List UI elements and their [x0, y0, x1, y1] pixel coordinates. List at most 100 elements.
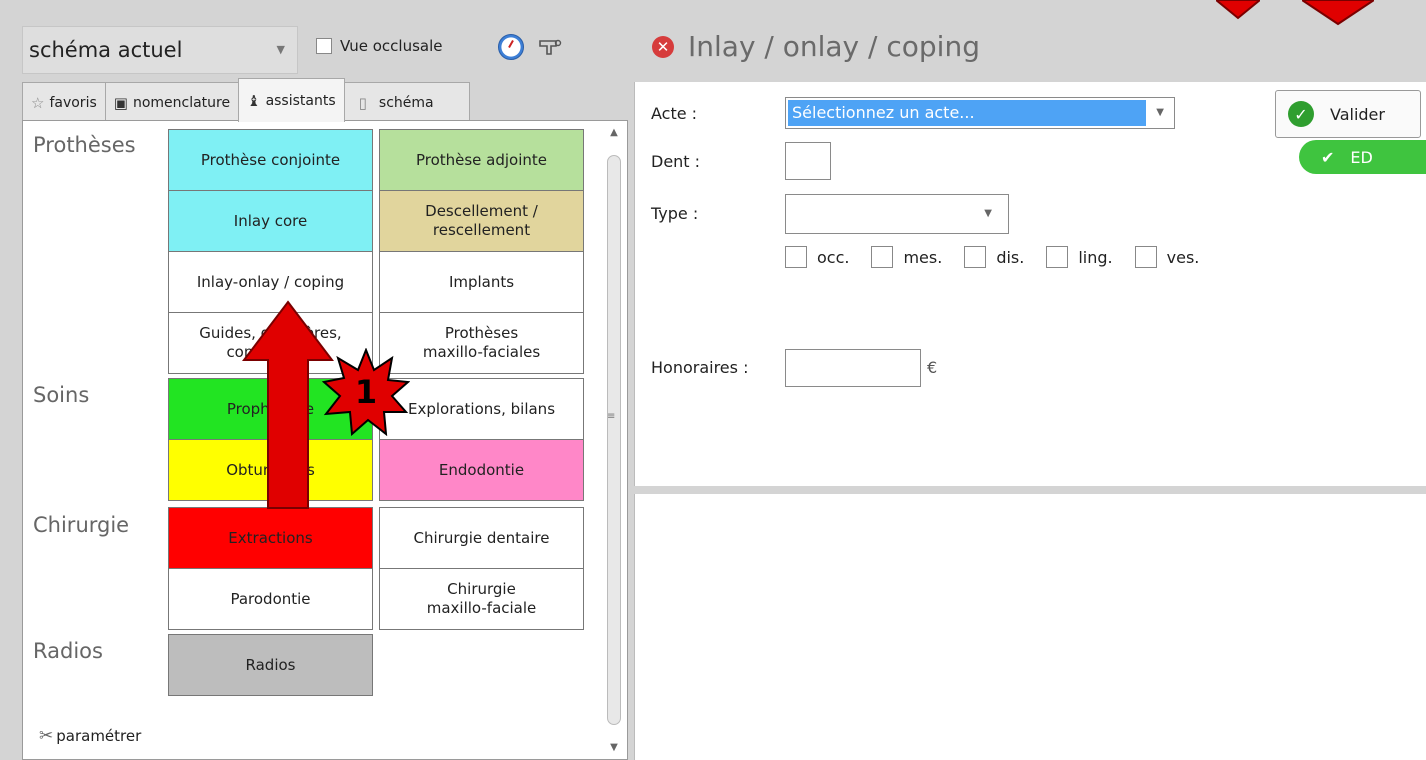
wizard-icon: ♝	[247, 91, 261, 110]
cell-label: maxillo-faciales	[422, 343, 541, 361]
prothese-conjointe-button[interactable]: Prothèse conjointe	[168, 129, 373, 191]
type-label: Type :	[651, 204, 699, 223]
face-ves[interactable]: ves.	[1134, 246, 1200, 268]
ed-label: ED	[1350, 147, 1373, 167]
tab-assistants[interactable]: ♝ assistants	[238, 78, 345, 122]
acte-label: Acte :	[651, 104, 698, 123]
cell-label: Implants	[448, 272, 515, 291]
tooth-icon: ▯	[358, 93, 367, 112]
face-mes[interactable]: mes.	[871, 246, 942, 268]
panel-scrollbar[interactable]: ▲ ≡ ▼	[603, 123, 625, 757]
cell-label: Descellement /	[425, 202, 538, 220]
face-occ[interactable]: occ.	[785, 246, 849, 268]
dent-input[interactable]	[785, 142, 831, 180]
check-icon: ✔	[1321, 147, 1335, 167]
face-label: ves.	[1166, 247, 1200, 267]
scroll-up-icon[interactable]: ▲	[603, 127, 625, 138]
implants-button[interactable]: Implants	[379, 251, 584, 313]
category-soins: Soins	[33, 383, 90, 407]
check-circle-icon: ✓	[1288, 101, 1314, 127]
face-label: ling.	[1078, 247, 1113, 267]
extractions-button[interactable]: Extractions	[168, 507, 373, 569]
tab-bar: ☆ favoris ▣ nomenclature ♝ assistants ▯ …	[22, 78, 470, 122]
tab-label: favoris	[49, 94, 97, 111]
parametrer-link[interactable]: ✂ paramétrer	[39, 726, 141, 746]
face-ling[interactable]: ling.	[1046, 246, 1113, 268]
cell-label: Prothèse conjointe	[200, 150, 341, 169]
face-checkbox[interactable]	[785, 246, 807, 268]
cell-label: Endodontie	[438, 460, 525, 479]
type-select[interactable]: ▼	[785, 194, 1009, 234]
chevron-down-icon: ▼	[276, 43, 285, 56]
inlay-core-button[interactable]: Inlay core	[168, 190, 373, 252]
grip-icon: ≡	[607, 411, 616, 422]
cell-label: Chirurgie dentaire	[413, 528, 550, 547]
annotation-corner-marker	[1216, 0, 1260, 20]
vue-occlusale-checkbox[interactable]	[316, 38, 332, 54]
radios-button[interactable]: Radios	[168, 634, 373, 696]
acte-select-value: Sélectionnez un acte...	[788, 100, 1146, 126]
cell-label: Radios	[245, 655, 296, 674]
tab-label: nomenclature	[132, 94, 231, 111]
descellement-button[interactable]: Descellement / rescellement	[379, 190, 584, 252]
annotation-step-number: 1	[354, 373, 378, 411]
face-label: mes.	[903, 247, 943, 267]
vue-occlusale-toggle[interactable]: Vue occlusale	[316, 37, 443, 55]
parodontie-button[interactable]: Parodontie	[168, 568, 373, 630]
close-icon[interactable]: ✕	[652, 35, 674, 58]
view-select[interactable]: schéma actuel ▼	[22, 26, 298, 74]
tab-nomenclature[interactable]: ▣ nomenclature	[104, 82, 240, 122]
cell-label: Explorations, bilans	[407, 399, 556, 418]
cell-label: maxillo-faciale	[426, 599, 537, 617]
dent-label: Dent :	[651, 152, 701, 171]
chevron-down-icon: ▼	[984, 208, 992, 219]
category-protheses: Prothèses	[33, 133, 136, 157]
parametrer-label: paramétrer	[56, 727, 142, 745]
face-label: dis.	[996, 247, 1025, 267]
cell-label: Inlay-onlay / coping	[196, 272, 345, 291]
ed-toggle[interactable]: ✔ ED	[1299, 140, 1426, 174]
cell-label: Extractions	[228, 528, 313, 547]
form-title: Inlay / onlay / coping	[688, 30, 980, 63]
tab-favoris[interactable]: ☆ favoris	[22, 82, 106, 122]
clock-icon[interactable]	[498, 34, 524, 60]
face-dis[interactable]: dis.	[964, 246, 1024, 268]
form-title-bar: ✕ Inlay / onlay / coping	[652, 30, 980, 63]
face-checkbox[interactable]	[1046, 246, 1069, 268]
currency-symbol: €	[927, 358, 938, 377]
face-checkbox[interactable]	[1134, 246, 1157, 268]
face-checkbox[interactable]	[871, 246, 894, 268]
inlay-onlay-form: Acte : Sélectionnez un acte... ▼ Dent : …	[634, 82, 1426, 486]
cell-label: Chirurgie	[447, 580, 516, 598]
face-checkbox[interactable]	[964, 246, 987, 268]
cell-label: Inlay core	[233, 211, 308, 230]
settings-tools-icon: ✂	[39, 726, 54, 746]
honoraires-input[interactable]	[785, 349, 921, 387]
valider-button[interactable]: ✓ Valider	[1275, 90, 1421, 138]
view-select-value: schéma actuel	[29, 38, 183, 62]
category-radios: Radios	[33, 639, 103, 663]
scroll-thumb[interactable]	[607, 155, 621, 725]
tab-schema[interactable]: ▯ schéma	[343, 82, 470, 122]
content-area	[634, 494, 1426, 760]
chirurgie-dentaire-button[interactable]: Chirurgie dentaire	[379, 507, 584, 569]
star-icon: ☆	[31, 93, 45, 112]
tool-icon[interactable]	[537, 36, 563, 58]
endodontie-button[interactable]: Endodontie	[379, 439, 584, 501]
annotation-arrow-up	[242, 300, 334, 509]
prothese-adjointe-button[interactable]: Prothèse adjointe	[379, 129, 584, 191]
tab-label: assistants	[265, 92, 336, 109]
cell-label: rescellement	[432, 221, 531, 239]
scroll-down-icon[interactable]: ▼	[603, 742, 625, 753]
chirurgie-maxillo-faciale-button[interactable]: Chirurgie maxillo-faciale	[379, 568, 584, 630]
cell-label: Parodontie	[230, 589, 311, 608]
acte-select[interactable]: Sélectionnez un acte... ▼	[785, 97, 1175, 129]
face-label: occ.	[817, 247, 850, 267]
honoraires-label: Honoraires :	[651, 358, 749, 377]
category-chirurgie: Chirurgie	[33, 513, 130, 537]
chevron-down-icon: ▼	[1156, 107, 1164, 118]
book-icon: ▣	[113, 93, 128, 112]
cell-label: Prothèses	[444, 324, 519, 342]
vue-occlusale-label: Vue occlusale	[340, 37, 443, 55]
tab-label: schéma	[378, 94, 434, 111]
